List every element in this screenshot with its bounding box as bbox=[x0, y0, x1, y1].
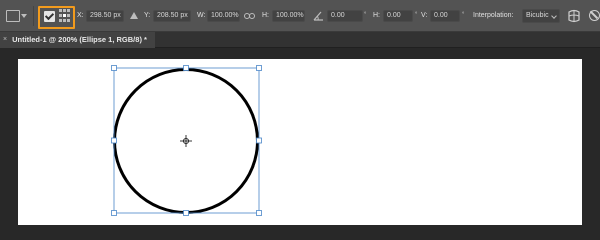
rotation-field[interactable]: 0.00 bbox=[327, 10, 363, 22]
degree-symbol: ° bbox=[462, 12, 465, 18]
handle-bottom-right[interactable] bbox=[256, 210, 262, 216]
interpolation-value: Bicubic bbox=[526, 12, 549, 19]
transform-overlay bbox=[111, 65, 262, 216]
transform-handles[interactable] bbox=[111, 65, 262, 216]
handle-top[interactable] bbox=[183, 65, 189, 71]
reference-point-crosshair-icon[interactable] bbox=[180, 135, 192, 147]
degree-symbol: ° bbox=[415, 12, 418, 18]
vertical-skew-field[interactable]: 0.00 bbox=[430, 10, 460, 22]
handle-right[interactable] bbox=[256, 137, 262, 144]
link-icon[interactable] bbox=[244, 13, 255, 19]
document-tab-bar: × Untitled-1 @ 200% (Ellipse 1, RGB/8) * bbox=[0, 32, 600, 48]
x-position-field[interactable]: 298.50 px bbox=[86, 10, 124, 22]
handle-bottom-left[interactable] bbox=[111, 210, 117, 216]
workspace bbox=[0, 49, 600, 225]
horizontal-skew-field[interactable]: 0.00 bbox=[383, 10, 413, 22]
height-field[interactable]: 100.00% bbox=[272, 10, 305, 22]
warp-mode-icon[interactable] bbox=[567, 9, 581, 23]
horizontal-skew-label: H: bbox=[373, 12, 380, 19]
document-tab[interactable]: × Untitled-1 @ 200% (Ellipse 1, RGB/8) * bbox=[0, 32, 155, 48]
degree-symbol: ° bbox=[364, 12, 367, 18]
handle-top-right[interactable] bbox=[256, 65, 262, 71]
y-label: Y: bbox=[144, 12, 151, 19]
document-tab-title: Untitled-1 @ 200% (Ellipse 1, RGB/8) * bbox=[12, 35, 147, 44]
divider bbox=[33, 6, 34, 26]
interpolation-label: Interpolation: bbox=[473, 12, 514, 19]
x-label: X: bbox=[77, 12, 84, 19]
cancel-transform-icon[interactable] bbox=[589, 10, 600, 21]
options-bar: X: 298.50 px Y: 208.50 px W: 100.00% H: … bbox=[0, 0, 600, 32]
reference-point-locator-icon[interactable] bbox=[59, 9, 71, 22]
interpolation-select[interactable]: Bicubic bbox=[522, 9, 560, 23]
close-tab-icon[interactable]: × bbox=[3, 32, 7, 48]
tool-preset-picker[interactable] bbox=[6, 9, 28, 23]
width-field[interactable]: 100.00% bbox=[207, 10, 240, 22]
angle-icon bbox=[313, 11, 323, 21]
width-label: W: bbox=[197, 12, 206, 19]
chevron-down-icon bbox=[21, 14, 27, 18]
vertical-skew-label: V: bbox=[421, 12, 428, 19]
handle-top-left[interactable] bbox=[111, 65, 117, 71]
handle-bottom[interactable] bbox=[183, 210, 189, 216]
transform-tool-icon bbox=[6, 10, 20, 22]
relative-positioning-icon[interactable] bbox=[130, 12, 138, 19]
chevron-down-icon bbox=[551, 13, 557, 19]
reference-point-checkbox[interactable] bbox=[44, 11, 55, 22]
y-position-field[interactable]: 208.50 px bbox=[153, 10, 191, 22]
height-label: H: bbox=[262, 12, 269, 19]
handle-left[interactable] bbox=[111, 137, 117, 144]
